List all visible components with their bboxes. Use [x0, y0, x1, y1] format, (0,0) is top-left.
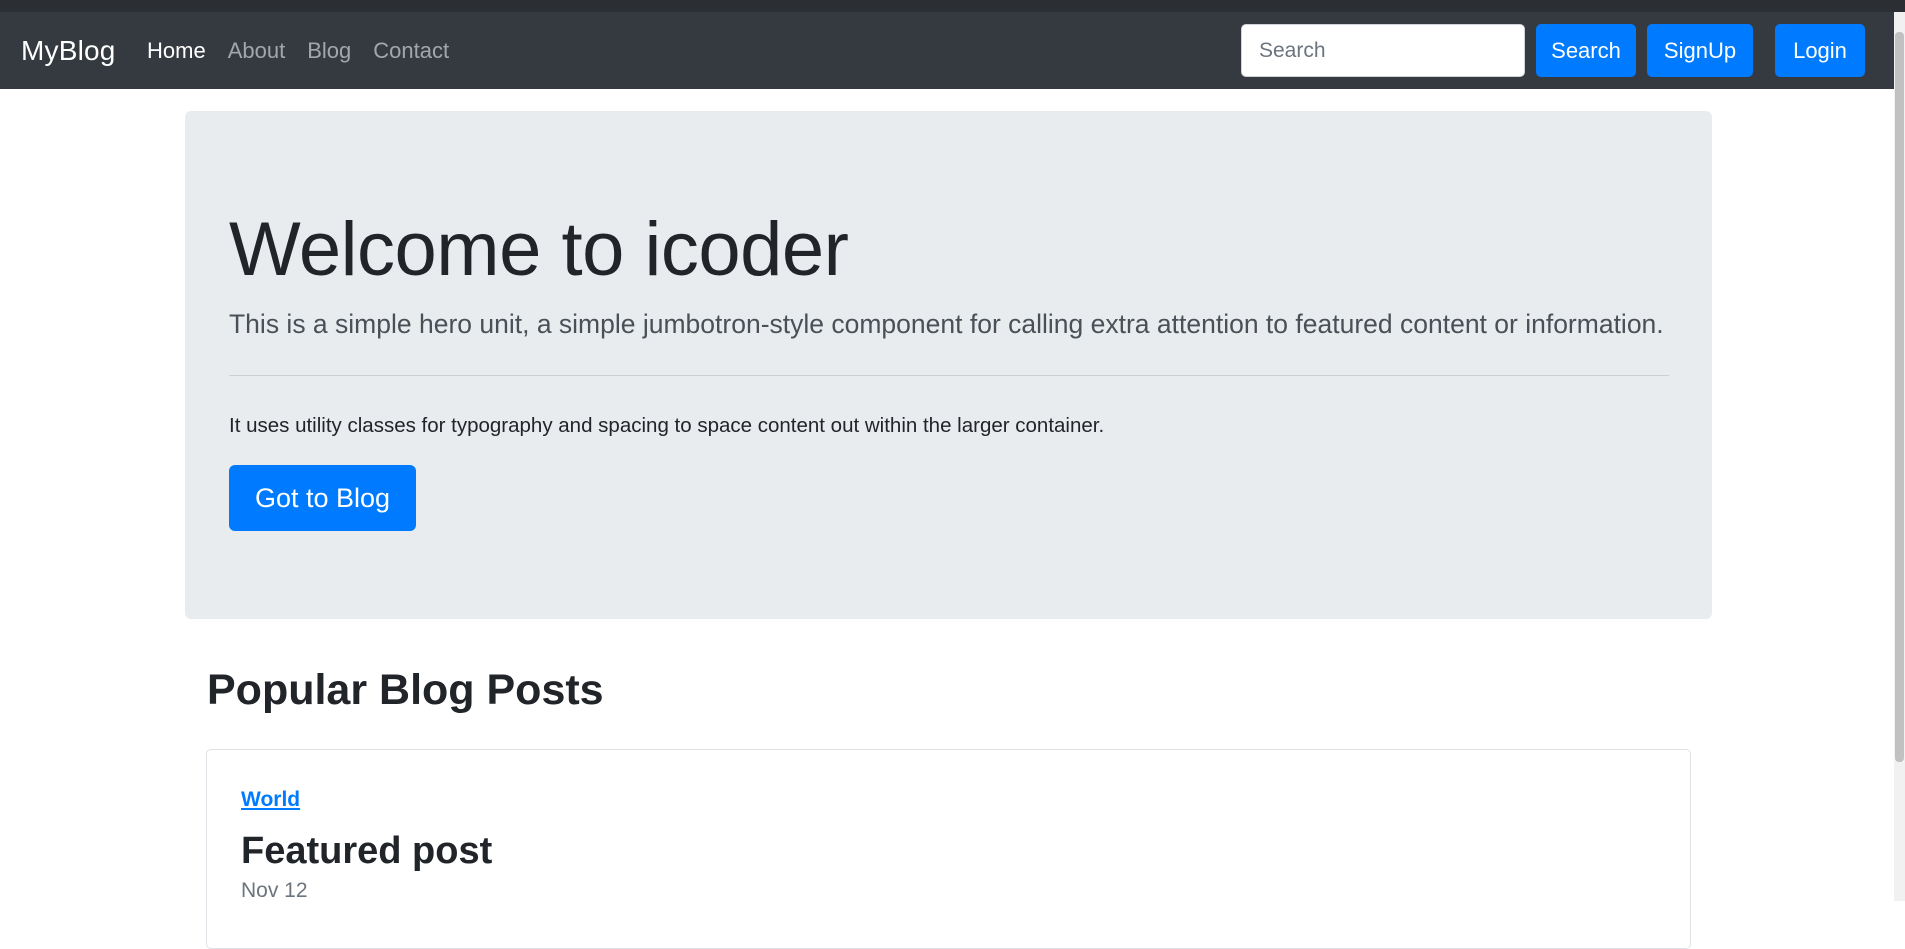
nav-links: Home About Blog Contact [147, 12, 460, 89]
scrollbar-thumb[interactable] [1895, 32, 1904, 762]
nav-link-contact[interactable]: Contact [362, 38, 460, 64]
hero-lead: This is a simple hero unit, a simple jum… [229, 309, 1664, 339]
nav-link-home[interactable]: Home [147, 38, 217, 64]
post-date: Nov 12 [241, 879, 308, 902]
go-to-blog-button[interactable]: Got to Blog [229, 465, 416, 531]
nav-item-blog: Blog [296, 38, 362, 64]
login-button[interactable]: Login [1775, 24, 1865, 77]
hero-divider [229, 375, 1669, 376]
nav-item-contact: Contact [362, 38, 460, 64]
search-input[interactable] [1241, 24, 1525, 77]
hero-text: It uses utility classes for typography a… [229, 414, 1105, 437]
post-category-link[interactable]: World [241, 788, 300, 812]
page-scrollbar[interactable] [1894, 12, 1905, 901]
navbar: MyBlog Home About Blog Contact Search Si… [0, 12, 1894, 89]
post-title: Featured post [241, 830, 493, 872]
hero-title: Welcome to icoder [229, 207, 849, 292]
nav-link-blog[interactable]: Blog [296, 38, 362, 64]
brand-logo[interactable]: MyBlog [21, 12, 116, 89]
nav-item-about: About [217, 38, 297, 64]
nav-link-about[interactable]: About [217, 38, 297, 64]
hero-jumbotron: Welcome to icoder This is a simple hero … [185, 111, 1712, 619]
post-card: World Featured post Nov 12 [206, 749, 1691, 949]
window-top-strip [0, 0, 1905, 12]
search-button[interactable]: Search [1536, 24, 1636, 77]
nav-item-home: Home [147, 38, 217, 64]
popular-posts-title: Popular Blog Posts [207, 666, 604, 714]
signup-button[interactable]: SignUp [1647, 24, 1753, 77]
